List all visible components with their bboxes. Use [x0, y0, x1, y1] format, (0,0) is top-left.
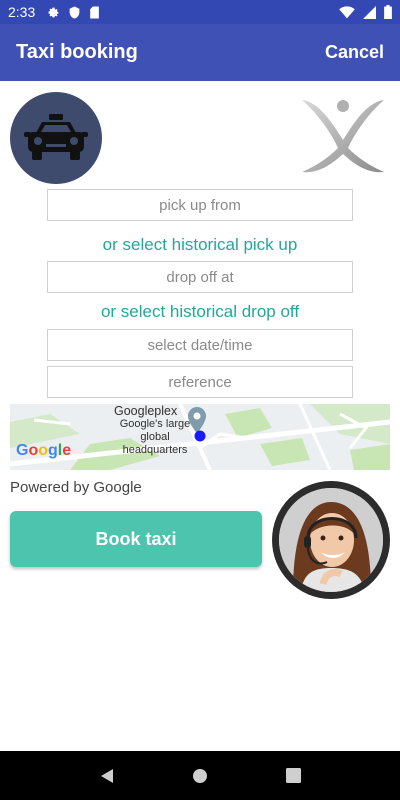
- page-title: Taxi booking: [16, 41, 138, 63]
- agent-photo: [279, 488, 383, 592]
- datetime-input[interactable]: select date/time: [47, 329, 353, 361]
- brand-logo: [300, 96, 386, 176]
- agent-headset-icon: [279, 488, 383, 592]
- map-place-name: Googleplex: [114, 404, 178, 418]
- pickup-input[interactable]: pick up from: [47, 189, 353, 221]
- cancel-button[interactable]: Cancel: [325, 42, 384, 63]
- screen: 2:33 Taxi booking Cancel pick up from or…: [0, 0, 400, 800]
- status-left-icons: [47, 6, 100, 19]
- map-view[interactable]: Googleplex Google's large global headqua…: [10, 404, 390, 470]
- brand-x-icon: [302, 100, 384, 173]
- dropoff-input[interactable]: drop off at: [47, 261, 353, 293]
- shield-icon: [69, 6, 80, 18]
- wifi-icon: [339, 5, 355, 18]
- sd-card-icon: [90, 6, 100, 18]
- home-icon[interactable]: [192, 768, 208, 784]
- reference-input[interactable]: reference: [47, 366, 353, 398]
- status-time: 2:33: [8, 4, 36, 20]
- back-icon[interactable]: [99, 768, 115, 784]
- taxi-icon: [24, 114, 88, 160]
- status-bar: 2:33: [0, 0, 400, 24]
- app-bar: Taxi booking Cancel: [0, 24, 400, 81]
- historical-pickup-link[interactable]: or select historical pick up: [0, 235, 400, 255]
- navigation-bar: [0, 751, 400, 800]
- taxi-logo: [10, 92, 102, 184]
- battery-icon: [384, 5, 392, 19]
- powered-by-label: Powered by Google: [10, 479, 142, 496]
- google-logo: Google: [16, 442, 72, 459]
- signal-icon: [363, 5, 376, 19]
- historical-dropoff-link[interactable]: or select historical drop off: [0, 302, 400, 322]
- agent-avatar[interactable]: [272, 481, 390, 599]
- recents-icon[interactable]: [286, 768, 302, 783]
- gear-icon: [48, 7, 59, 17]
- book-taxi-button[interactable]: Book taxi: [10, 511, 262, 567]
- map-place-description: Google's large global headquarters: [119, 418, 191, 456]
- status-right-icons: [339, 5, 392, 19]
